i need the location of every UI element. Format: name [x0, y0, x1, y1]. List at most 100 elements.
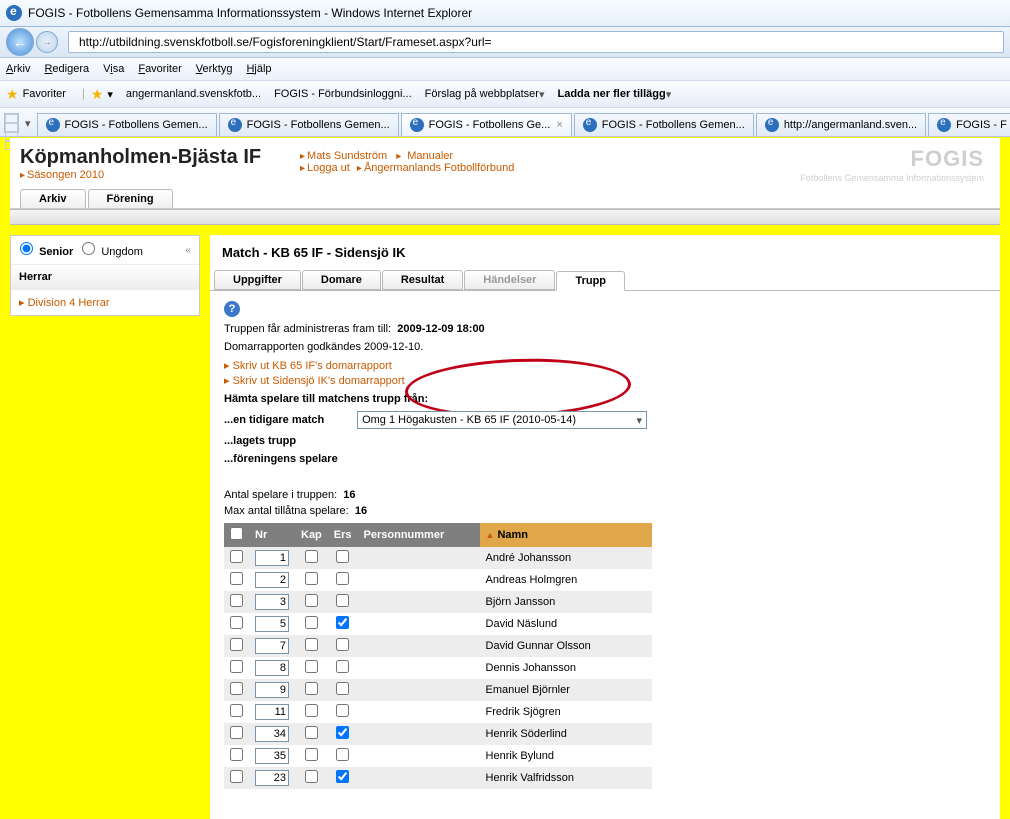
row-select[interactable]	[230, 748, 243, 761]
kap-checkbox[interactable]	[305, 550, 318, 563]
kap-checkbox[interactable]	[305, 682, 318, 695]
menu-visa[interactable]: Visa	[103, 63, 124, 75]
logout-link[interactable]: Logga ut	[307, 162, 350, 174]
kap-checkbox[interactable]	[305, 726, 318, 739]
browser-tab-0[interactable]: FOGIS - Fotbollens Gemen...	[37, 113, 217, 136]
row-select[interactable]	[230, 660, 243, 673]
tab-forening[interactable]: Förening	[88, 189, 173, 208]
ers-checkbox[interactable]	[336, 660, 349, 673]
th-select[interactable]	[224, 523, 249, 547]
row-select[interactable]	[230, 726, 243, 739]
fetch-team-squad[interactable]: ...lagets trupp	[224, 435, 296, 447]
ers-checkbox[interactable]	[336, 704, 349, 717]
nr-input[interactable]	[255, 770, 289, 786]
window-titlebar: FOGIS - Fotbollens Gemensamma Informatio…	[0, 0, 1010, 27]
nr-input[interactable]	[255, 638, 289, 654]
kap-checkbox[interactable]	[305, 770, 318, 783]
ers-checkbox[interactable]	[336, 550, 349, 563]
radio-ungdom[interactable]: Ungdom	[81, 242, 143, 258]
menu-redigera[interactable]: Redigera	[44, 63, 89, 75]
fetch-club-players[interactable]: ...föreningens spelare	[224, 453, 338, 465]
fetch-previous-match[interactable]: ...en tidigare match Omg 1 Högakusten - …	[224, 411, 986, 429]
forward-button[interactable]: →	[36, 31, 58, 53]
kap-checkbox[interactable]	[305, 616, 318, 629]
menu-arkiv[interactable]: Arkiv	[6, 63, 30, 75]
favorites-label[interactable]: Favoriter	[23, 88, 66, 100]
address-input[interactable]	[77, 34, 1003, 50]
nr-input[interactable]	[255, 726, 289, 742]
kap-checkbox[interactable]	[305, 594, 318, 607]
row-select[interactable]	[230, 638, 243, 651]
menu-hjalp[interactable]: Hjälp	[246, 63, 271, 75]
fav-link-1[interactable]: angermanland.svenskfotb...	[123, 88, 261, 100]
nr-input[interactable]	[255, 594, 289, 610]
window-title: FOGIS - Fotbollens Gemensamma Informatio…	[28, 6, 472, 20]
kap-checkbox[interactable]	[305, 704, 318, 717]
kap-checkbox[interactable]	[305, 660, 318, 673]
row-select[interactable]	[230, 616, 243, 629]
ie-icon	[937, 118, 951, 132]
ers-checkbox[interactable]	[336, 572, 349, 585]
ers-checkbox[interactable]	[336, 748, 349, 761]
fav-link-3[interactable]: Förslag på webbplatser	[422, 88, 545, 101]
page-header: Köpmanholmen-Bjästa IF ▸Säsongen 2010 ▸M…	[10, 138, 1000, 209]
federation-link[interactable]: Ångermanlands Fotbollförbund	[364, 162, 514, 174]
nr-input[interactable]	[255, 550, 289, 566]
row-select[interactable]	[230, 594, 243, 607]
sidebar-division[interactable]: ▸ Division 4 Herrar	[11, 290, 199, 315]
sidebar-agegroup: Senior Ungdom «	[11, 236, 199, 265]
ers-checkbox[interactable]	[336, 594, 349, 607]
address-bar[interactable]	[68, 31, 1004, 53]
tab-arkiv[interactable]: Arkiv	[20, 189, 86, 208]
back-button[interactable]: ←	[6, 28, 34, 56]
match-tab-trupp[interactable]: Trupp	[556, 271, 625, 291]
nr-input[interactable]	[255, 704, 289, 720]
ers-checkbox[interactable]	[336, 616, 349, 629]
fav-link-2[interactable]: FOGIS - Förbundsinloggni...	[271, 88, 412, 100]
kap-checkbox[interactable]	[305, 572, 318, 585]
season-link[interactable]: Säsongen 2010	[27, 169, 104, 181]
kap-checkbox[interactable]	[305, 748, 318, 761]
close-icon[interactable]: ×	[556, 119, 562, 131]
browser-tab-1[interactable]: FOGIS - Fotbollens Gemen...	[219, 113, 399, 136]
nr-input[interactable]	[255, 616, 289, 632]
ers-checkbox[interactable]	[336, 770, 349, 783]
th-namn[interactable]: ▲Namn	[480, 523, 652, 547]
fav-add-icon[interactable]: ★▾	[91, 86, 113, 103]
nr-input[interactable]	[255, 748, 289, 764]
quicktabs-icon[interactable]	[4, 113, 19, 133]
ers-checkbox[interactable]	[336, 682, 349, 695]
row-select[interactable]	[230, 682, 243, 695]
browser-tab-2[interactable]: FOGIS - Fotbollens Ge...×	[401, 113, 572, 136]
match-tab-domare[interactable]: Domare	[302, 270, 381, 290]
print-report-2[interactable]: Skriv ut Sidensjö IK's domarrapport	[233, 375, 405, 387]
manual-link[interactable]: Manualer	[407, 150, 453, 162]
ers-checkbox[interactable]	[336, 726, 349, 739]
browser-tab-5[interactable]: FOGIS - F	[928, 113, 1010, 136]
menu-verktyg[interactable]: Verktyg	[196, 63, 233, 75]
match-tab-resultat[interactable]: Resultat	[382, 270, 463, 290]
nr-input[interactable]	[255, 572, 289, 588]
match-tab-händelser[interactable]: Händelser	[464, 270, 555, 290]
nr-input[interactable]	[255, 682, 289, 698]
row-select[interactable]	[230, 770, 243, 783]
table-row: David Gunnar Olsson	[224, 635, 652, 657]
ers-checkbox[interactable]	[336, 638, 349, 651]
kap-checkbox[interactable]	[305, 638, 318, 651]
print-report-1[interactable]: Skriv ut KB 65 IF's domarrapport	[233, 360, 392, 372]
user-link[interactable]: Mats Sundström	[307, 150, 387, 162]
browser-tab-3[interactable]: FOGIS - Fotbollens Gemen...	[574, 113, 754, 136]
row-select[interactable]	[230, 572, 243, 585]
help-icon[interactable]: ?	[224, 301, 240, 317]
previous-match-select[interactable]: Omg 1 Högakusten - KB 65 IF (2010-05-14)	[357, 411, 647, 429]
sidebar-gender[interactable]: Herrar	[11, 265, 199, 290]
browser-tab-4[interactable]: http://angermanland.sven...	[756, 113, 926, 136]
nr-input[interactable]	[255, 660, 289, 676]
fav-link-4[interactable]: Ladda ner fler tillägg	[555, 88, 672, 101]
radio-senior[interactable]: Senior	[19, 242, 73, 258]
menu-favoriter[interactable]: Favoriter	[138, 63, 181, 75]
match-tab-uppgifter[interactable]: Uppgifter	[214, 270, 301, 290]
row-select[interactable]	[230, 704, 243, 717]
collapse-icon[interactable]: «	[185, 245, 191, 256]
row-select[interactable]	[230, 550, 243, 563]
